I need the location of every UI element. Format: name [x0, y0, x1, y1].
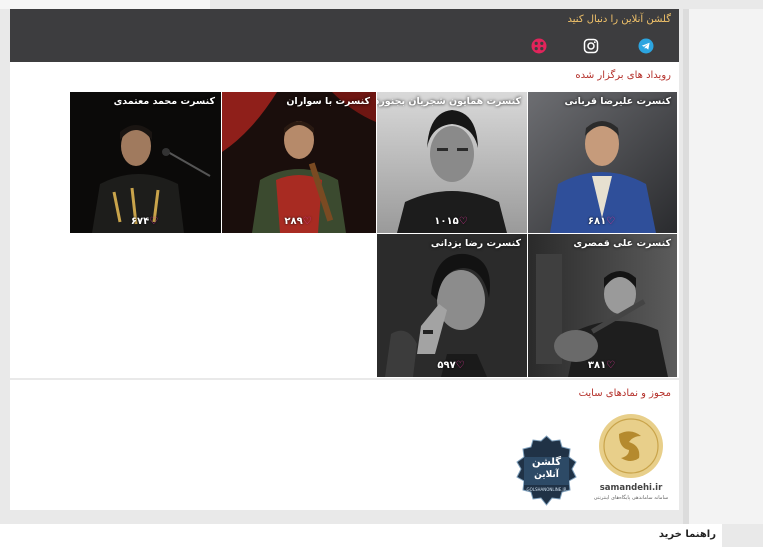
heart-icon[interactable]: ♡: [303, 216, 312, 227]
event-photo: [528, 92, 677, 233]
heart-icon[interactable]: ♡: [606, 360, 615, 371]
right-panel-inner: [689, 9, 763, 524]
like-count: ۵۹۷: [437, 360, 456, 371]
event-card-ali-ghamsari[interactable]: کنسرت علی قمصری ۳۸۱♡: [528, 234, 677, 377]
event-card-homayoun-shajarian[interactable]: کنسرت همایون شجریان بجنورد ۱۰۱۵♡: [377, 92, 527, 233]
like-count: ۶۸۱: [587, 216, 607, 227]
event-photo: [528, 234, 677, 377]
follow-us-text: گلشن آنلاین را دنبال کنید: [567, 14, 671, 25]
like-count: ۶۷۴: [130, 216, 150, 227]
event-title: کنسرت علی قمصری: [573, 238, 671, 249]
event-photo: [377, 92, 527, 233]
events-section: رویداد های برگزار شده کنسرت علیرضا قربان…: [10, 62, 679, 378]
samandehi-domain: samandehi.ir: [599, 483, 663, 493]
event-title: کنسرت با سواران: [286, 96, 370, 107]
events-title: رویداد های برگزار شده: [575, 70, 671, 81]
heart-icon[interactable]: ♡: [149, 216, 158, 227]
purchase-guide-label: راهنما خرید: [658, 529, 716, 540]
event-title: کنسرت علیرضا قربانی: [564, 96, 672, 107]
licenses-title: مجوز و نمادهای سایت: [578, 388, 671, 399]
event-title: کنسرت رضا یزدانی: [430, 238, 521, 249]
social-header: گلشن آنلاین را دنبال کنید: [10, 9, 679, 62]
like-count: ۳۸۱: [587, 360, 607, 371]
samandehi-seal-icon: [599, 414, 663, 478]
telegram-icon[interactable]: [638, 38, 654, 54]
golshan-logo-url: GOLSHANONLINE.IR: [526, 487, 567, 492]
samandehi-badge[interactable]: samandehi.ir سامانه ساماندهی پایگاه‌های …: [593, 412, 669, 504]
event-title: کنسرت همایون شجریان بجنورد: [377, 96, 521, 107]
instagram-icon[interactable]: [583, 38, 599, 54]
golshan-online-logo[interactable]: گلشن آنلاین GOLSHANONLINE.IR: [516, 435, 577, 506]
event-photo: [377, 234, 527, 377]
event-card-reza-yazdani[interactable]: کنسرت رضا یزدانی ۵۹۷♡: [377, 234, 527, 377]
right-panel: [683, 9, 763, 524]
samandehi-caption: سامانه ساماندهی پایگاه‌های اینترنتی: [593, 495, 669, 501]
event-card-mohammad-motamedi[interactable]: کنسرت محمد معتمدی ۶۷۴♡: [70, 92, 221, 233]
event-card-ba-savaran[interactable]: کنسرت با سواران ۲۸۹♡: [222, 92, 376, 233]
heart-icon[interactable]: ♡: [459, 216, 468, 227]
heart-icon[interactable]: ♡: [606, 216, 615, 227]
event-card-alireza-ghorbani[interactable]: کنسرت علیرضا قربانی ۶۸۱♡: [528, 92, 677, 233]
heart-icon[interactable]: ♡: [456, 360, 465, 371]
aparat-icon[interactable]: [531, 38, 547, 54]
event-photo: [222, 92, 376, 233]
like-count: ۲۸۹: [284, 216, 303, 227]
like-count: ۱۰۱۵: [434, 216, 459, 227]
event-title: کنسرت محمد معتمدی: [113, 96, 215, 107]
golshan-logo-text-2: آنلاین: [534, 470, 559, 480]
licenses-section: مجوز و نمادهای سایت samandehi.ir سامانه …: [10, 380, 679, 510]
purchase-guide-bar[interactable]: راهنما خرید: [0, 524, 722, 547]
golshan-logo-text-1: گلشن: [531, 457, 562, 468]
event-photo: [70, 92, 221, 233]
top-strip: [0, 0, 210, 9]
